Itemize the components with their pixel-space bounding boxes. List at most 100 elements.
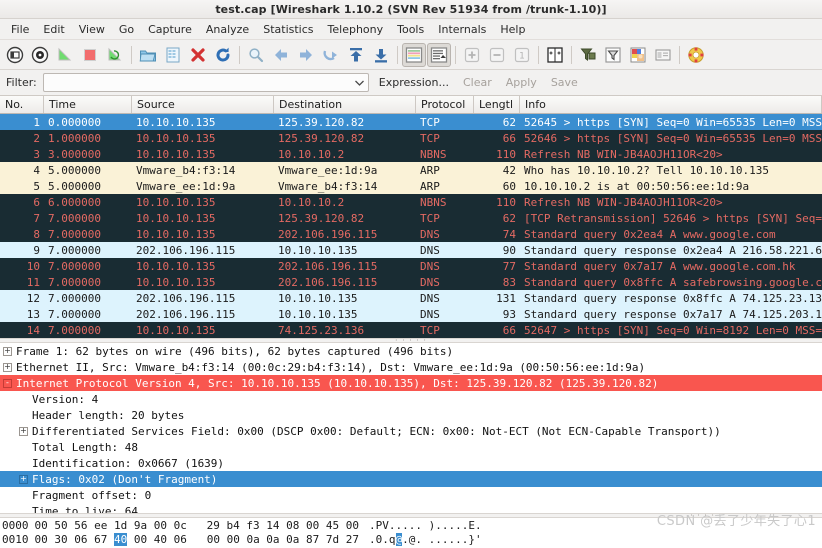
table-row[interactable]: 12 7.000000 202.106.196.115 10.10.10.135 DNS… (0, 290, 822, 306)
expand-toggle-icon[interactable]: + (3, 362, 12, 372)
column-header-proto[interactable]: Protocol (416, 96, 474, 113)
cell-info: 52647 > https [SYN] Seq=0 Win=8192 Len=0… (524, 323, 822, 337)
save-filter-button[interactable]: Save (547, 75, 582, 90)
zoom-out-icon[interactable] (485, 43, 509, 67)
start-capture-icon[interactable] (53, 43, 77, 67)
menu-item-file[interactable]: File (4, 21, 36, 38)
filter-combobox[interactable] (42, 73, 369, 92)
reload-file-icon[interactable] (211, 43, 235, 67)
detail-tree-row[interactable]: Identification: 0x0667 (1639) (0, 455, 822, 471)
packet-list-header[interactable]: No. Time Source Destination Protocol Lengtl In… (0, 96, 822, 114)
filter-input[interactable] (43, 74, 351, 91)
cell-dst: 202.106.196.115 (278, 259, 378, 273)
chevron-down-icon[interactable] (351, 74, 368, 91)
menu-item-analyze[interactable]: Analyze (199, 21, 256, 38)
table-row[interactable]: 6 6.000000 10.10.10.135 10.10.10.2 NBNS 110 Re… (0, 194, 822, 210)
packet-list-rows[interactable]: 1 0.000000 10.10.10.135 125.39.120.82 TCP 62 5… (0, 114, 822, 338)
table-row[interactable]: 5 5.000000 Vmware_ee:1d:9a Vmware_b4:f3:14 A… (0, 178, 822, 194)
coloring-rules-icon[interactable] (626, 43, 650, 67)
cell-src: 10.10.10.135 (136, 211, 216, 225)
column-header-dst[interactable]: Destination (274, 96, 416, 113)
preferences-icon[interactable] (651, 43, 675, 67)
detail-tree-row[interactable]: Total Length: 48 (0, 439, 822, 455)
autoscroll-icon[interactable] (427, 42, 451, 67)
table-row[interactable]: 1 0.000000 10.10.10.135 125.39.120.82 TCP 62 5… (0, 114, 822, 130)
display-filters-icon[interactable] (601, 43, 625, 67)
packet-list-pane[interactable]: No. Time Source Destination Protocol Lengtl In… (0, 96, 822, 338)
table-row[interactable]: 4 5.000000 Vmware_b4:f3:14 Vmware_ee:1d:9a A… (0, 162, 822, 178)
detail-tree-row[interactable]: Version: 4 (0, 391, 822, 407)
menu-item-capture[interactable]: Capture (141, 21, 199, 38)
go-first-packet-icon[interactable] (344, 43, 368, 67)
zoom-in-icon[interactable] (460, 43, 484, 67)
detail-tree-row[interactable]: Header length: 20 bytes (0, 407, 822, 423)
close-file-icon[interactable] (186, 43, 210, 67)
stop-capture-icon[interactable] (78, 43, 102, 67)
hex-offset: 0010 (2, 532, 29, 546)
table-row[interactable]: 9 7.000000 202.106.196.115 10.10.10.135 DNS 9… (0, 242, 822, 258)
menu-item-telephony[interactable]: Telephony (321, 21, 391, 38)
table-row[interactable]: 13 7.000000 202.106.196.115 10.10.10.135 DNS… (0, 306, 822, 322)
go-forward-icon[interactable] (294, 43, 318, 67)
cell-src: 202.106.196.115 (136, 243, 236, 257)
table-row[interactable]: 10 7.000000 10.10.10.135 202.106.196.115 DNS… (0, 258, 822, 274)
menu-item-internals[interactable]: Internals (431, 21, 493, 38)
table-row[interactable]: 3 3.000000 10.10.10.135 10.10.10.2 NBNS 110 Re… (0, 146, 822, 162)
toolbar-separator (679, 45, 680, 64)
interfaces-icon[interactable] (3, 43, 27, 67)
cell-dst: 10.10.10.135 (278, 243, 358, 257)
detail-tree-row[interactable]: - Internet Protocol Version 4, Src: 10.10… (0, 375, 822, 391)
column-header-src[interactable]: Source (132, 96, 274, 113)
go-last-packet-icon[interactable] (369, 43, 393, 67)
cell-len: 93 (502, 307, 516, 321)
detail-tree-row[interactable]: Time to live: 64 (0, 503, 822, 514)
resize-columns-icon[interactable] (543, 43, 567, 67)
restart-capture-icon[interactable] (103, 43, 127, 67)
packet-bytes-pane[interactable]: 0000 00 50 56 ee 1d 9a 00 0c 29 b4 f3 14 … (0, 518, 822, 548)
column-header-no[interactable]: No. (0, 96, 44, 113)
hex-dump-row[interactable]: 0000 00 50 56 ee 1d 9a 00 0c 29 b4 f3 14 … (2, 518, 822, 532)
expression-button[interactable]: Expression... (375, 75, 453, 90)
menu-item-view[interactable]: View (72, 21, 112, 38)
save-file-icon[interactable] (161, 43, 185, 67)
detail-tree-label: Header length: 20 bytes (32, 408, 185, 422)
detail-tree-row[interactable]: + Differentiated Services Field: 0x00 (DS… (0, 423, 822, 439)
expand-toggle-icon[interactable]: + (19, 426, 28, 436)
zoom-reset-icon[interactable]: 1 (510, 43, 534, 67)
detail-tree-row[interactable]: + Flags: 0x02 (Don't Fragment) (0, 471, 822, 487)
expand-toggle-icon[interactable]: + (19, 474, 28, 484)
detail-tree-row[interactable]: + Frame 1: 62 bytes on wire (496 bits), 6… (0, 343, 822, 359)
column-header-info[interactable]: Info (520, 96, 822, 113)
collapse-toggle-icon[interactable]: - (3, 378, 12, 388)
clear-filter-button[interactable]: Clear (459, 75, 496, 90)
table-row[interactable]: 7 7.000000 10.10.10.135 125.39.120.82 TCP 62 [… (0, 210, 822, 226)
cell-len: 90 (502, 243, 516, 257)
help-icon[interactable] (684, 43, 708, 67)
menu-item-tools[interactable]: Tools (390, 21, 431, 38)
table-row[interactable]: 11 7.000000 10.10.10.135 202.106.196.115 DNS… (0, 274, 822, 290)
menu-item-go[interactable]: Go (112, 21, 141, 38)
packet-details-pane[interactable]: + Frame 1: 62 bytes on wire (496 bits), 6… (0, 343, 822, 513)
go-to-packet-icon[interactable] (319, 43, 343, 67)
detail-tree-row[interactable]: Fragment offset: 0 (0, 487, 822, 503)
find-packet-icon[interactable] (244, 43, 268, 67)
detail-tree-row[interactable]: + Ethernet II, Src: Vmware_b4:f3:14 (00:0… (0, 359, 822, 375)
apply-filter-button[interactable]: Apply (502, 75, 541, 90)
menu-item-help[interactable]: Help (493, 21, 532, 38)
menu-item-edit[interactable]: Edit (36, 21, 71, 38)
colorize-icon[interactable] (402, 42, 426, 67)
column-header-time[interactable]: Time (44, 96, 132, 113)
open-file-icon[interactable] (136, 43, 160, 67)
expand-toggle-icon[interactable]: + (3, 346, 12, 356)
hex-dump-row[interactable]: 0010 00 30 06 67 40 00 40 06 00 00 0a 0a … (2, 532, 822, 546)
menu-item-statistics[interactable]: Statistics (256, 21, 320, 38)
go-back-icon[interactable] (269, 43, 293, 67)
table-row[interactable]: 2 1.000000 10.10.10.135 125.39.120.82 TCP 66 5… (0, 130, 822, 146)
column-header-len[interactable]: Lengtl (474, 96, 520, 113)
capture-filters-icon[interactable] (576, 43, 600, 67)
table-row[interactable]: 8 7.000000 10.10.10.135 202.106.196.115 DNS 7… (0, 226, 822, 242)
cell-time: 7.000000 (48, 211, 101, 225)
capture-options-icon[interactable] (28, 43, 52, 67)
cell-len: 83 (502, 275, 516, 289)
cell-dst: Vmware_b4:f3:14 (278, 179, 378, 193)
